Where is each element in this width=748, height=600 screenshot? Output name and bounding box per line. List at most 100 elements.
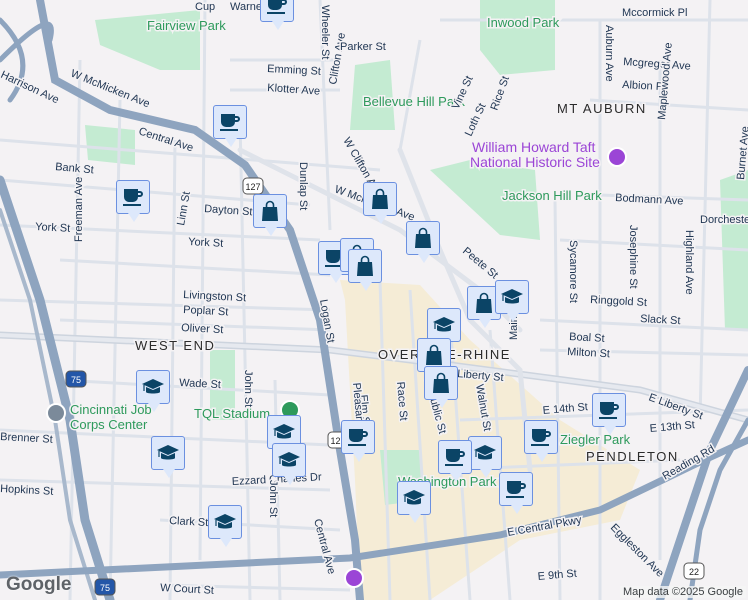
school-marker[interactable] (397, 481, 431, 523)
street-label: Dorchester Ave (700, 214, 748, 226)
minor-road (0, 298, 331, 312)
street-label: Rice St (489, 75, 512, 112)
graduation-cap-icon (142, 379, 164, 394)
street-label: Ringgold St (590, 294, 647, 309)
street-label: Dunlap St (297, 162, 309, 210)
museum-icon[interactable] (344, 568, 364, 588)
street-label: Wheeler St (319, 5, 331, 59)
shopping-bag-icon (426, 344, 442, 365)
school-marker[interactable] (427, 308, 461, 350)
minor-road (559, 238, 748, 252)
school-marker[interactable] (208, 505, 242, 547)
school-marker[interactable] (468, 436, 502, 478)
street-label: Peete St (460, 245, 500, 281)
shopping-bag-icon (357, 255, 373, 276)
street-label: Bodmann Ave (615, 192, 684, 208)
street-label: Emming St (267, 63, 321, 78)
street-label: York St (188, 236, 224, 250)
cafe-marker[interactable] (524, 420, 558, 462)
street-label: Hopkins St (0, 483, 54, 498)
school-marker[interactable] (136, 370, 170, 412)
park-label[interactable]: Corps Center (69, 416, 150, 434)
street-label: Josephine St (627, 225, 639, 289)
shop-marker[interactable] (363, 182, 397, 224)
street-label: Brenner St (0, 431, 53, 446)
school-marker[interactable] (272, 443, 306, 485)
street-label: Boal St (569, 331, 605, 345)
minor-road (698, 0, 712, 421)
street-label: Mccormick Pl (622, 7, 687, 19)
park-label[interactable]: Inwood Park (486, 14, 562, 32)
street-label: E 13th St (649, 419, 695, 435)
cafe-marker[interactable] (438, 440, 472, 482)
street-label: Wade St (179, 377, 221, 391)
cafe-marker[interactable] (116, 180, 150, 222)
street-label: Maplewood Ave (656, 42, 675, 120)
route-number: 75 (71, 375, 81, 385)
shopping-bag-icon (262, 200, 278, 221)
minor-road (553, 199, 562, 600)
shopping-bag-icon (476, 292, 492, 313)
coffee-cup-icon (123, 189, 143, 206)
museum-icon[interactable] (607, 147, 627, 167)
street-label: Cup (195, 1, 215, 13)
cafe-marker[interactable] (592, 393, 626, 435)
street-label: Highland Ave (683, 230, 695, 295)
street-label: Loth St (463, 102, 489, 139)
graduation-cap-icon (214, 514, 236, 529)
poi-label[interactable]: William Howard Taft (471, 138, 598, 157)
park-label[interactable]: Jackson Hill Park (501, 187, 604, 205)
cafe-marker[interactable] (260, 0, 294, 30)
shop-marker[interactable] (424, 366, 458, 408)
street-label: Milton St (567, 346, 610, 360)
street-label: Klotter Ave (267, 82, 321, 98)
street-label: E Liberty St (647, 392, 705, 423)
minor-road (168, 139, 177, 600)
coffee-cup-icon (348, 429, 368, 446)
minor-road (108, 99, 122, 600)
cafe-marker[interactable] (499, 472, 533, 514)
route-number: 22 (689, 567, 699, 577)
street-label: Mcgregor Ave (623, 56, 691, 73)
street-label: Bank St (55, 161, 94, 176)
park-label[interactable]: Ziegler Park (559, 431, 633, 449)
graduation-cap-icon (501, 289, 523, 304)
school-marker[interactable] (495, 280, 529, 322)
map-attribution[interactable]: Map data ©2025 Google (619, 586, 746, 598)
route-number: 127 (245, 182, 260, 192)
neighborhood-label: PENDLETON (586, 449, 679, 464)
map-canvas[interactable]: Fairview Park Inwood ParkBellevue Hill Pa… (0, 0, 748, 600)
shopping-bag-icon (415, 227, 431, 248)
street-label: E 9th St (537, 568, 577, 583)
shop-marker[interactable] (348, 249, 382, 291)
park-label[interactable]: Fairview Park (146, 17, 228, 35)
shopping-bag-icon (372, 188, 388, 209)
park-label[interactable]: Cincinnati Job (69, 401, 154, 419)
street-label: Burnet Ave (735, 126, 748, 180)
graduation-cap-icon (273, 424, 295, 439)
street-label: Dayton St (204, 203, 253, 218)
minor-road (198, 0, 207, 561)
cafe-marker[interactable] (341, 420, 375, 462)
street-label: York St (35, 221, 71, 235)
street-label: Poplar St (183, 304, 229, 318)
street-label: Sycamore St (567, 240, 579, 303)
coffee-cup-icon (220, 114, 240, 131)
park-label[interactable]: TQL Stadium (193, 405, 272, 423)
highway-i75 (0, 175, 115, 600)
street-label: Vine St (450, 74, 476, 111)
shop-marker[interactable] (253, 194, 287, 236)
street-label: Oliver St (181, 322, 224, 336)
shop-marker[interactable] (406, 221, 440, 263)
street-label: Freeman Ave (73, 177, 85, 242)
graduation-cap-icon (157, 445, 179, 460)
coffee-cup-icon (445, 449, 465, 466)
street-label: Auburn Ave (603, 25, 615, 82)
neighborhood-label: MT AUBURN (557, 101, 647, 116)
school-marker[interactable] (151, 436, 185, 478)
street-label: John St (267, 480, 279, 517)
school-icon[interactable] (46, 403, 66, 423)
street-label: Livingston St (183, 289, 247, 304)
poi-label[interactable]: National Historic Site (469, 153, 602, 172)
cafe-marker[interactable] (213, 105, 247, 147)
